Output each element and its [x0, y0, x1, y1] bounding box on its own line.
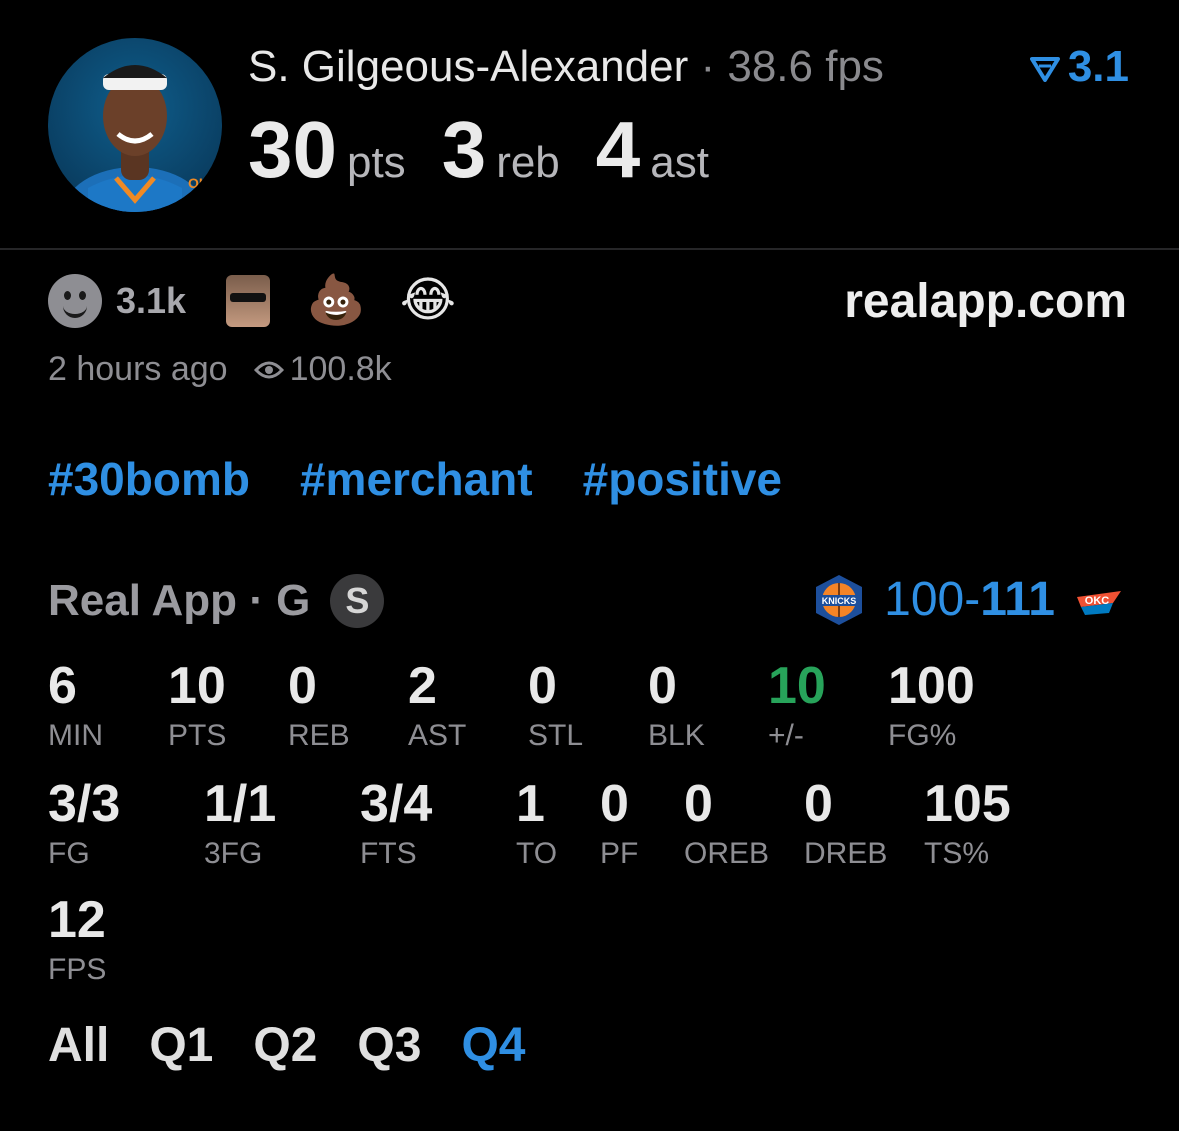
- points-unit: pts: [346, 138, 406, 187]
- stat-label: FG%: [888, 719, 957, 752]
- assists-unit: ast: [650, 138, 709, 187]
- stat-label: TS%: [924, 837, 990, 870]
- stat-value: 0: [684, 775, 713, 833]
- time-ago: 2 hours ago: [48, 350, 228, 388]
- stat-label: REB: [288, 719, 350, 752]
- stat-value: 1/1: [204, 775, 277, 833]
- knicks-logo-icon: KNICKS: [816, 574, 863, 625]
- stat-label: MIN: [48, 719, 103, 752]
- rating-value: 3.1: [1067, 42, 1129, 91]
- stat-value: 3/4: [360, 775, 433, 833]
- stat-cell: 0 PF: [600, 776, 638, 872]
- stat-label: FTS: [360, 837, 417, 870]
- stat-value: 0: [600, 775, 629, 833]
- stat-value: 6: [48, 657, 77, 715]
- stat-value: 100: [888, 657, 975, 715]
- rating[interactable]: 3.1: [1029, 42, 1129, 92]
- svg-text:KNICKS: KNICKS: [822, 596, 857, 606]
- stat-label: BLK: [648, 719, 705, 752]
- stat-value: 0: [648, 657, 677, 715]
- stat-cell: 6 MIN: [48, 658, 103, 754]
- player-photo-icon: OKC: [63, 65, 219, 212]
- post-meta: 2 hours ago 100.8k: [48, 350, 392, 389]
- separator: ·: [688, 42, 728, 91]
- game-label-text: Real App · G: [48, 576, 311, 625]
- rating-arrow-icon: [1029, 57, 1060, 83]
- eye-icon: [253, 361, 284, 378]
- tab-q2[interactable]: Q2: [253, 1018, 317, 1073]
- header-divider: [0, 248, 1179, 250]
- game-score[interactable]: KNICKS 100-111 OKC: [812, 572, 1127, 627]
- stat-value: 10: [168, 657, 226, 715]
- stat-cell: 1 TO: [516, 776, 557, 872]
- laughing-emoji-icon[interactable]: 😂: [400, 274, 456, 328]
- view-count: 100.8k: [289, 350, 392, 388]
- stat-cell: 0 OREB: [684, 776, 769, 872]
- stat-label: TO: [516, 837, 558, 870]
- stat-value: 12: [48, 891, 106, 949]
- hashtag[interactable]: #positive: [583, 452, 782, 506]
- fps-value: 38.6 fps: [727, 42, 884, 91]
- stat-label: DREB: [804, 837, 888, 870]
- player-name[interactable]: S. Gilgeous-Alexander: [248, 42, 688, 91]
- sunglasses-face-emoji-icon[interactable]: [226, 275, 271, 327]
- stat-cell: 0 DREB: [804, 776, 887, 872]
- tab-q4[interactable]: Q4: [461, 1018, 525, 1073]
- stat-label: OREB: [684, 837, 770, 870]
- okc-logo-icon: OKC: [1077, 590, 1121, 615]
- stat-cell: 2 AST: [408, 658, 466, 754]
- player-name-line[interactable]: S. Gilgeous-Alexander · 38.6 fps: [248, 42, 884, 92]
- stat-cell: 1/1 3FG: [204, 776, 276, 872]
- stat-label: FG: [48, 837, 90, 870]
- stat-value: 1: [516, 775, 545, 833]
- site-link[interactable]: realapp.com: [844, 274, 1127, 329]
- hashtag[interactable]: #merchant: [300, 452, 533, 506]
- quarter-tabs: All Q1 Q2 Q3 Q4: [48, 1018, 525, 1073]
- stat-label: 3FG: [204, 837, 263, 870]
- stat-value: 0: [528, 657, 557, 715]
- game-label: Real App · G S: [48, 574, 385, 628]
- score-value: 100-111: [884, 573, 1055, 626]
- points-value: 30: [248, 105, 337, 194]
- stat-value: 105: [924, 775, 1011, 833]
- stat-cell: 3/4 FTS: [360, 776, 432, 872]
- tab-q3[interactable]: Q3: [357, 1018, 421, 1073]
- stat-value: 2: [408, 657, 437, 715]
- stat-value: 0: [804, 775, 833, 833]
- tab-all[interactable]: All: [48, 1018, 109, 1073]
- stat-cell: 0 BLK: [648, 658, 705, 754]
- svg-text:OKC: OKC: [188, 175, 219, 191]
- poop-emoji-icon[interactable]: 💩: [306, 274, 366, 328]
- stat-label: PTS: [168, 719, 227, 752]
- rebounds-unit: reb: [496, 138, 560, 187]
- rebounds-value: 3: [441, 105, 487, 194]
- stat-cell: 100 FG%: [888, 658, 975, 754]
- stat-cell: 12 FPS: [48, 892, 106, 988]
- stat-cell: 3/3 FG: [48, 776, 120, 872]
- player-avatar[interactable]: OKC: [48, 38, 222, 212]
- stat-value: 0: [288, 657, 317, 715]
- stat-label: +/-: [768, 719, 804, 752]
- stat-label: FPS: [48, 953, 107, 986]
- assists-value: 4: [595, 105, 641, 194]
- smiley-reaction-icon[interactable]: [48, 274, 102, 328]
- stat-line: 30 pts 3 reb 4 ast: [248, 104, 745, 196]
- hashtag[interactable]: #30bomb: [48, 452, 250, 506]
- stat-cell: 10 PTS: [168, 658, 226, 754]
- stat-cell: 0 STL: [528, 658, 583, 754]
- stat-value: 3/3: [48, 775, 121, 833]
- stat-label: AST: [408, 719, 467, 752]
- reaction-count: 3.1k: [116, 280, 187, 321]
- tab-q1[interactable]: Q1: [149, 1018, 213, 1073]
- s-badge: S: [330, 574, 385, 628]
- stat-label: STL: [528, 719, 584, 752]
- hashtags: #30bomb #merchant #positive: [48, 452, 782, 506]
- reactions-row[interactable]: 3.1k 💩 😂: [48, 274, 490, 328]
- stat-cell: 10 +/-: [768, 658, 826, 754]
- stat-value-positive: 10: [768, 657, 826, 715]
- svg-text:OKC: OKC: [1085, 595, 1110, 607]
- stat-cell: 0 REB: [288, 658, 350, 754]
- stat-label: PF: [600, 837, 639, 870]
- stat-cell: 105 TS%: [924, 776, 1011, 872]
